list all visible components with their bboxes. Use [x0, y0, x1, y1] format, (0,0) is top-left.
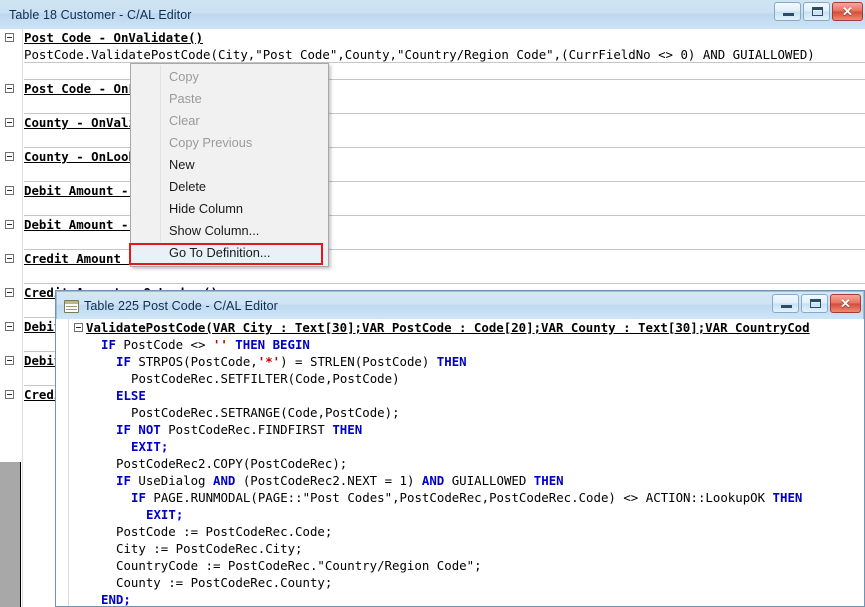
collapse-toggle-icon[interactable] [5, 186, 14, 195]
context-menu-item-copy-previous: Copy Previous [169, 135, 253, 150]
table-icon [64, 299, 79, 313]
code-text: PostCodeRec.SETFILTER(Code,PostCode) [131, 371, 400, 386]
context-menu-item-hide-column[interactable]: Hide Column [131, 198, 328, 220]
maximize-icon [810, 299, 821, 308]
code-line[interactable]: END; [56, 591, 864, 606]
code-text: CountryCode := PostCodeRec."Country/Regi… [116, 558, 482, 573]
minimize-button-2[interactable] [772, 294, 799, 313]
context-menu-item-paste: Paste [169, 91, 202, 106]
context-menu-item-copy: Copy [169, 69, 199, 84]
code-section-header[interactable]: ValidatePostCode(VAR City : Text[30];VAR… [56, 319, 864, 336]
code-line[interactable]: IF PostCode <> '' THEN BEGIN [56, 336, 864, 353]
collapse-toggle-icon[interactable] [74, 323, 83, 332]
close-button-2[interactable]: ✕ [830, 294, 861, 313]
code-line[interactable]: IF PAGE.RUNMODAL(PAGE::"Post Codes",Post… [56, 489, 864, 506]
collapse-toggle-icon[interactable] [5, 220, 14, 229]
context-menu-item-new[interactable]: New [131, 154, 328, 176]
code-text: IF NOT PostCodeRec.FINDFIRST THEN [116, 422, 363, 437]
code-line[interactable]: PostCodeRec2.COPY(PostCodeRec); [56, 455, 864, 472]
window1-titlebar[interactable]: Table 18 Customer - C/AL Editor ✕ [0, 0, 865, 29]
code-line[interactable]: County := PostCodeRec.County; [56, 574, 864, 591]
collapse-toggle-icon[interactable] [5, 152, 14, 161]
context-menu-item-go-to-definition[interactable]: Go To Definition... [131, 242, 328, 264]
context-menu-item-clear: Clear [169, 113, 200, 128]
minimize-icon [783, 13, 794, 16]
code-line[interactable]: EXIT; [56, 438, 864, 455]
collapse-toggle-icon[interactable] [5, 356, 14, 365]
collapse-toggle-icon[interactable] [5, 390, 14, 399]
code-text: PostCode := PostCodeRec.Code; [116, 524, 333, 539]
code-section-header[interactable]: Post Code - OnValidate() [0, 29, 865, 46]
close-icon: ✕ [842, 3, 853, 19]
code-blank-line[interactable] [0, 267, 865, 284]
code-text: County := PostCodeRec.County; [116, 575, 333, 590]
code-text: IF PostCode <> '' THEN BEGIN [101, 337, 310, 352]
code-text: EXIT; [131, 439, 169, 454]
code-text: EXIT; [146, 507, 184, 522]
maximize-icon [812, 7, 823, 16]
collapse-toggle-icon[interactable] [5, 254, 14, 263]
code-line[interactable]: CountryCode := PostCodeRec."Country/Regi… [56, 557, 864, 574]
context-menu-item-delete[interactable]: Delete [131, 176, 328, 198]
window-table225-postcode: Table 225 Post Code - C/AL Editor ✕ Vali… [55, 290, 865, 607]
window1-controls: ✕ [774, 2, 863, 21]
screen: Table 18 Customer - C/AL Editor ✕ Post C… [0, 0, 865, 607]
collapse-toggle-icon[interactable] [5, 288, 14, 297]
code-line[interactable]: ELSE [56, 387, 864, 404]
left-grey-panel [0, 462, 21, 607]
code-text: City := PostCodeRec.City; [116, 541, 303, 556]
maximize-button-2[interactable] [801, 294, 828, 313]
code-line[interactable]: IF NOT PostCodeRec.FINDFIRST THEN [56, 421, 864, 438]
window2-controls: ✕ [772, 294, 861, 313]
maximize-button[interactable] [803, 2, 830, 21]
close-icon: ✕ [840, 295, 851, 311]
minimize-icon [781, 305, 792, 308]
code-text: ValidatePostCode(VAR City : Text[30];VAR… [86, 320, 810, 335]
code-line[interactable]: PostCodeRec.SETRANGE(Code,PostCode); [56, 404, 864, 421]
window2-titlebar[interactable]: Table 225 Post Code - C/AL Editor ✕ [56, 291, 864, 320]
collapse-toggle-icon[interactable] [5, 322, 14, 331]
context-menu-item-show-column[interactable]: Show Column... [131, 220, 328, 242]
code-line[interactable]: IF UseDialog AND (PostCodeRec2.NEXT = 1)… [56, 472, 864, 489]
collapse-toggle-icon[interactable] [5, 33, 14, 42]
close-button[interactable]: ✕ [832, 2, 863, 21]
code-text: IF PAGE.RUNMODAL(PAGE::"Post Codes",Post… [131, 490, 803, 505]
code-line[interactable]: City := PostCodeRec.City; [56, 540, 864, 557]
code-text: END; [101, 592, 131, 606]
code-line[interactable]: IF STRPOS(PostCode,'*') = STRLEN(PostCod… [56, 353, 864, 370]
window2-title: Table 225 Post Code - C/AL Editor [84, 299, 278, 313]
window2-editor[interactable]: ValidatePostCode(VAR City : Text[30];VAR… [56, 319, 864, 606]
context-menu[interactable]: Copy Paste Clear Copy Previous New Delete Hide… [130, 63, 329, 267]
code-line[interactable]: PostCode.ValidatePostCode(City,"Post Cod… [0, 46, 865, 63]
code-text: IF UseDialog AND (PostCodeRec2.NEXT = 1)… [116, 473, 564, 488]
code-text: Post Code - OnValidate() [24, 30, 204, 45]
window2-code-area[interactable]: ValidatePostCode(VAR City : Text[30];VAR… [56, 319, 864, 606]
code-text: PostCodeRec.SETRANGE(Code,PostCode); [131, 405, 400, 420]
code-text: IF STRPOS(PostCode,'*') = STRLEN(PostCod… [116, 354, 467, 369]
code-line[interactable]: PostCodeRec.SETFILTER(Code,PostCode) [56, 370, 864, 387]
code-text: PostCodeRec2.COPY(PostCodeRec); [116, 456, 348, 471]
collapse-toggle-icon[interactable] [5, 84, 14, 93]
code-line[interactable]: EXIT; [56, 506, 864, 523]
minimize-button[interactable] [774, 2, 801, 21]
code-text: PostCode.ValidatePostCode(City,"Post Cod… [24, 47, 815, 62]
window1-title: Table 18 Customer - C/AL Editor [9, 7, 192, 22]
code-line[interactable]: PostCode := PostCodeRec.Code; [56, 523, 864, 540]
code-text: ELSE [116, 388, 146, 403]
collapse-toggle-icon[interactable] [5, 118, 14, 127]
